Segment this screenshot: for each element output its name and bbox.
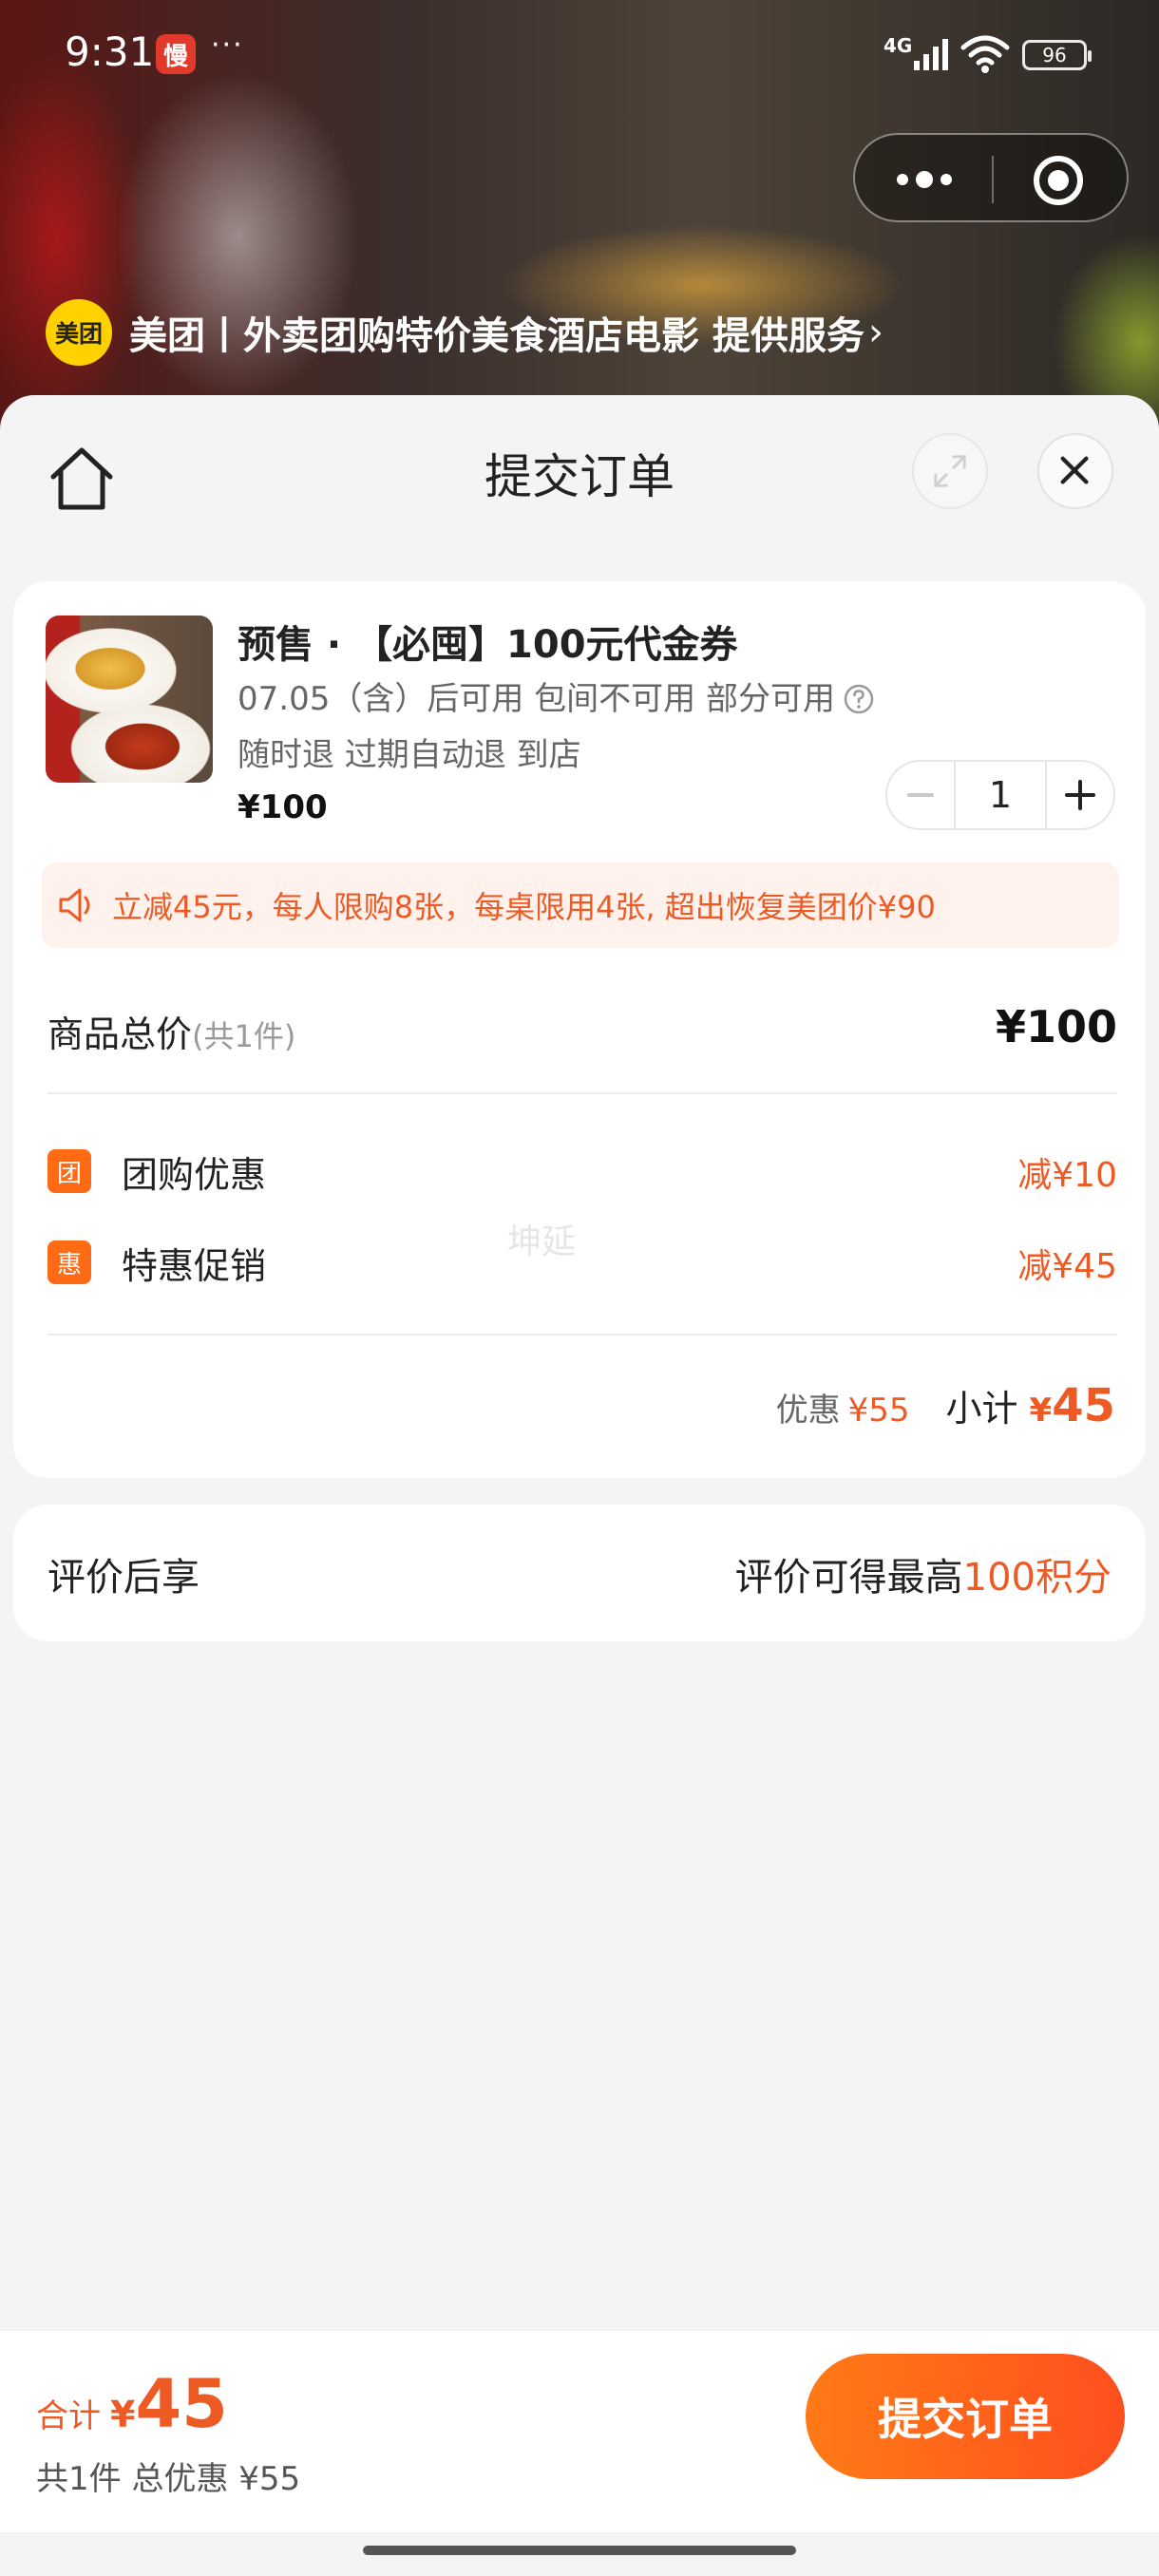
status-time: 9:31: [65, 28, 155, 75]
grand-total-value: 45: [135, 2365, 228, 2443]
more-options-icon[interactable]: [889, 161, 960, 199]
submit-order-button[interactable]: 提交订单: [806, 2354, 1125, 2479]
product-rules: 07.05（含）后可用 包间不可用 部分可用: [238, 676, 875, 722]
grand-total-currency: ¥: [110, 2394, 136, 2435]
discount-value: 减¥10: [1017, 1156, 1117, 1195]
goods-count: (共1件): [192, 1018, 296, 1054]
network-type: 4G: [884, 34, 913, 57]
close-icon: [1060, 456, 1089, 484]
groupbuy-badge-icon: 团: [48, 1149, 91, 1193]
chevron-right-icon: ›: [867, 311, 884, 354]
decrease-button[interactable]: [887, 762, 954, 828]
quantity-stepper: 1: [885, 760, 1115, 830]
quantity-value[interactable]: 1: [954, 762, 1047, 828]
goods-total-label: 商品总价: [48, 1013, 193, 1055]
discount-row-special: 惠 特惠促销 减¥45: [48, 1233, 1117, 1290]
review-info-text: 评价可得最高: [734, 1556, 963, 1600]
signal-icon: [914, 39, 948, 70]
review-points: 100积分: [962, 1556, 1112, 1600]
subtotal-label: 小计: [945, 1388, 1018, 1430]
miniprogram-capsule: [853, 133, 1129, 222]
review-label: 评价后享: [48, 1556, 200, 1600]
grand-total-label: 合计: [36, 2397, 101, 2435]
subtotal-row: 优惠 ¥55 小计 ¥ 45: [776, 1379, 1115, 1446]
increase-button[interactable]: [1047, 762, 1113, 828]
help-icon[interactable]: [843, 683, 875, 715]
special-badge-icon: 惠: [48, 1241, 91, 1284]
total-discount-summary: 共1件 总优惠 ¥55: [36, 2460, 301, 2498]
saved-value: ¥55: [847, 1392, 910, 1430]
provider-text: 美团丨外卖团购特价美食酒店电影 提供服务: [129, 314, 864, 358]
subtotal-currency: ¥: [1029, 1392, 1053, 1430]
home-indicator[interactable]: [363, 2546, 796, 2555]
service-provider-link[interactable]: 美团 美团丨外卖团购特价美食酒店电影 提供服务 ›: [46, 298, 884, 367]
expand-button[interactable]: [912, 433, 988, 509]
discount-label: 团购优惠: [122, 1154, 267, 1196]
promo-text: 立减45元，每人限购8张，每桌限用4张, 超出恢复美团价¥90: [112, 889, 936, 925]
product-rules-text: 07.05（含）后可用 包间不可用 部分可用: [238, 680, 835, 718]
speaker-icon: [59, 888, 90, 922]
review-info: 评价可得最高100积分: [735, 1546, 1112, 1601]
plus-icon: [1065, 780, 1095, 810]
app-notification-icon: 慢: [156, 34, 196, 74]
goods-total-row: 商品总价(共1件) ¥100: [48, 999, 1117, 1060]
discount-value: 减¥45: [1017, 1247, 1117, 1286]
expand-icon: [934, 455, 966, 487]
close-button[interactable]: [1037, 433, 1113, 509]
review-reward-card: 评价后享 评价可得最高100积分: [13, 1505, 1146, 1641]
status-bar: 9:31 慢 ··· 4G 96: [0, 0, 1159, 109]
battery-icon: 96: [1022, 40, 1092, 70]
divider: [48, 1334, 1117, 1335]
goods-total-value: ¥100: [995, 1001, 1117, 1052]
checkout-bar: 合计 ¥ 45 共1件 总优惠 ¥55 提交订单: [0, 2331, 1159, 2532]
wifi-icon: [960, 35, 1010, 73]
discount-label: 特惠促销: [122, 1245, 267, 1287]
product-title: 预售 · 【必囤】100元代金券: [238, 623, 738, 667]
order-sheet: 提交订单 预售 · 【必囤】100元代金券 07.05（含）后可用 包间不可用 …: [0, 395, 1159, 2576]
promo-banner: 立减45元，每人限购8张，每桌限用4张, 超出恢复美团价¥90: [42, 862, 1119, 948]
divider: [48, 1092, 1117, 1094]
product-image: [46, 616, 213, 783]
grand-total: 合计 ¥ 45: [36, 2365, 228, 2443]
more-notifications-icon: ···: [211, 28, 244, 62]
refund-policy: 随时退 过期自动退 到店: [238, 736, 581, 774]
meituan-logo: 美团: [46, 299, 112, 366]
miniprogram-close-icon[interactable]: [1032, 154, 1085, 207]
saved-label: 优惠: [775, 1392, 841, 1430]
product-price: ¥100: [238, 788, 328, 826]
minus-icon: [907, 793, 934, 797]
discount-row-groupbuy: 团 团购优惠 减¥10: [48, 1142, 1117, 1199]
subtotal-value: 45: [1052, 1379, 1115, 1432]
order-page: 9:31 慢 ··· 4G 96 美团 美团丨外卖团购特价美食酒店电影 提供服务…: [0, 0, 1159, 2576]
capsule-divider: [992, 156, 994, 203]
goods-total-label-group: 商品总价(共1件): [48, 1005, 295, 1057]
order-card: 预售 · 【必囤】100元代金券 07.05（含）后可用 包间不可用 部分可用 …: [13, 581, 1146, 1478]
